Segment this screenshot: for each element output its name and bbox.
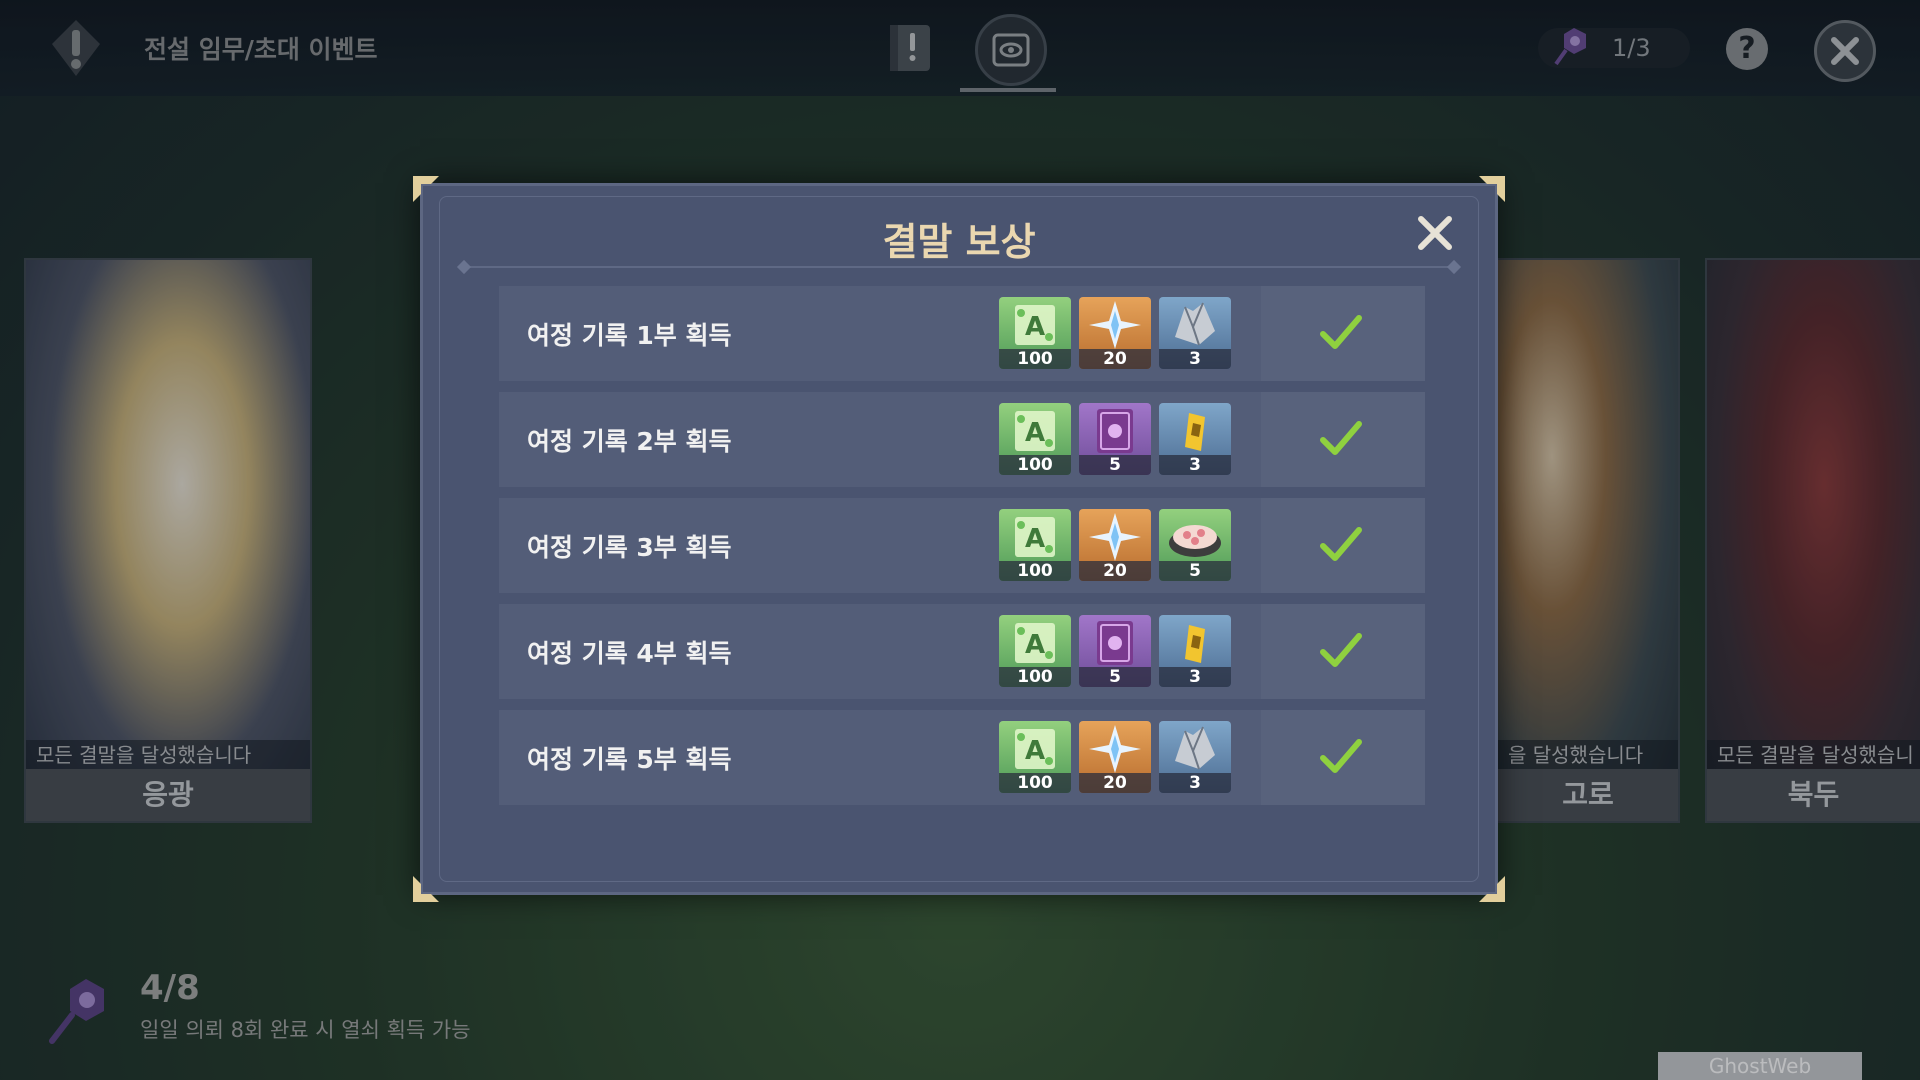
adventure-exp-icon: A [999, 403, 1071, 463]
corner-ornament-icon [1479, 876, 1505, 902]
reward-item[interactable]: A 100 [999, 721, 1071, 793]
reward-row: 여정 기록 5부 획득 A 100 20 3 [499, 710, 1425, 805]
adventure-exp-icon: A [999, 615, 1071, 675]
reward-item[interactable]: 3 [1159, 297, 1231, 369]
adventure-exp-icon: A [999, 509, 1071, 569]
dialog-close-button[interactable] [1413, 211, 1457, 255]
reward-item[interactable]: A 100 [999, 509, 1071, 581]
crystal-chunk-icon [1159, 615, 1231, 675]
reward-item-quantity: 3 [1159, 349, 1231, 369]
reward-item-quantity: 100 [999, 667, 1071, 687]
reward-row-label: 여정 기록 4부 획득 [527, 639, 732, 668]
reward-item[interactable]: 20 [1079, 297, 1151, 369]
food-dish-icon [1159, 509, 1231, 569]
reward-item[interactable]: 5 [1079, 615, 1151, 687]
claimed-check-icon [1319, 630, 1363, 670]
svg-text:A: A [1025, 524, 1045, 554]
primogem-icon [1079, 509, 1151, 569]
reward-items: A 100 5 3 [999, 403, 1231, 475]
reward-item-quantity: 20 [1079, 561, 1151, 581]
reward-item-quantity: 3 [1159, 667, 1231, 687]
claimed-check-icon [1319, 524, 1363, 564]
reward-row: 여정 기록 1부 획득 A 100 20 3 [499, 286, 1425, 381]
title-divider [463, 266, 1455, 268]
reward-item-quantity: 3 [1159, 773, 1231, 793]
svg-text:A: A [1025, 630, 1045, 660]
reward-item-quantity: 100 [999, 561, 1071, 581]
primogem-icon [1079, 297, 1151, 357]
heros-wit-icon [1079, 615, 1151, 675]
crystal-chunk-icon [1159, 403, 1231, 463]
reward-row-label: 여정 기록 5부 획득 [527, 745, 732, 774]
claimed-check-icon [1319, 736, 1363, 776]
reward-row: 여정 기록 4부 획득 A 100 5 3 [499, 604, 1425, 699]
adventure-exp-icon: A [999, 297, 1071, 357]
mystic-ore-icon [1159, 721, 1231, 781]
reward-item[interactable]: 3 [1159, 721, 1231, 793]
reward-row-label: 여정 기록 3부 획득 [527, 533, 732, 562]
reward-item-quantity: 100 [999, 349, 1071, 369]
reward-item[interactable]: A 100 [999, 615, 1071, 687]
reward-item[interactable]: 5 [1079, 403, 1151, 475]
reward-item-quantity: 3 [1159, 455, 1231, 475]
reward-item[interactable]: 5 [1159, 509, 1231, 581]
reward-items: A 100 20 3 [999, 721, 1231, 793]
reward-item-quantity: 100 [999, 773, 1071, 793]
svg-text:A: A [1025, 736, 1045, 766]
reward-row-label: 여정 기록 2부 획득 [527, 427, 732, 456]
close-icon [1418, 216, 1452, 250]
heros-wit-icon [1079, 403, 1151, 463]
reward-items: A 100 20 3 [999, 297, 1231, 369]
reward-row: 여정 기록 3부 획득 A 100 20 5 [499, 498, 1425, 593]
reward-list: 여정 기록 1부 획득 A 100 20 3 여정 기록 2부 획득 A 100 5 3 여정 기록… [499, 286, 1425, 816]
reward-item[interactable]: A 100 [999, 403, 1071, 475]
reward-item-quantity: 5 [1079, 667, 1151, 687]
reward-item[interactable]: 3 [1159, 403, 1231, 475]
dialog-title: 결말 보상 [882, 220, 1036, 264]
adventure-exp-icon: A [999, 721, 1071, 781]
claimed-check-icon [1319, 418, 1363, 458]
reward-row: 여정 기록 2부 획득 A 100 5 3 [499, 392, 1425, 487]
primogem-icon [1079, 721, 1151, 781]
reward-item[interactable]: 3 [1159, 615, 1231, 687]
reward-items: A 100 5 3 [999, 615, 1231, 687]
corner-ornament-icon [413, 876, 439, 902]
reward-items: A 100 20 5 [999, 509, 1231, 581]
reward-row-label: 여정 기록 1부 획득 [527, 321, 732, 350]
claimed-check-icon [1319, 312, 1363, 352]
corner-ornament-icon [1479, 176, 1505, 202]
reward-item[interactable]: A 100 [999, 297, 1071, 369]
mystic-ore-icon [1159, 297, 1231, 357]
reward-item-quantity: 20 [1079, 349, 1151, 369]
reward-item-quantity: 5 [1159, 561, 1231, 581]
reward-item[interactable]: 20 [1079, 721, 1151, 793]
reward-item-quantity: 100 [999, 455, 1071, 475]
svg-text:A: A [1025, 312, 1045, 342]
svg-text:A: A [1025, 418, 1045, 448]
reward-item-quantity: 5 [1079, 455, 1151, 475]
reward-item-quantity: 20 [1079, 773, 1151, 793]
ending-reward-dialog: 결말 보상 여정 기록 1부 획득 A 100 20 3 여정 기록 2부 획득 A 100 5… [413, 176, 1505, 902]
reward-item[interactable]: 20 [1079, 509, 1151, 581]
corner-ornament-icon [413, 176, 439, 202]
